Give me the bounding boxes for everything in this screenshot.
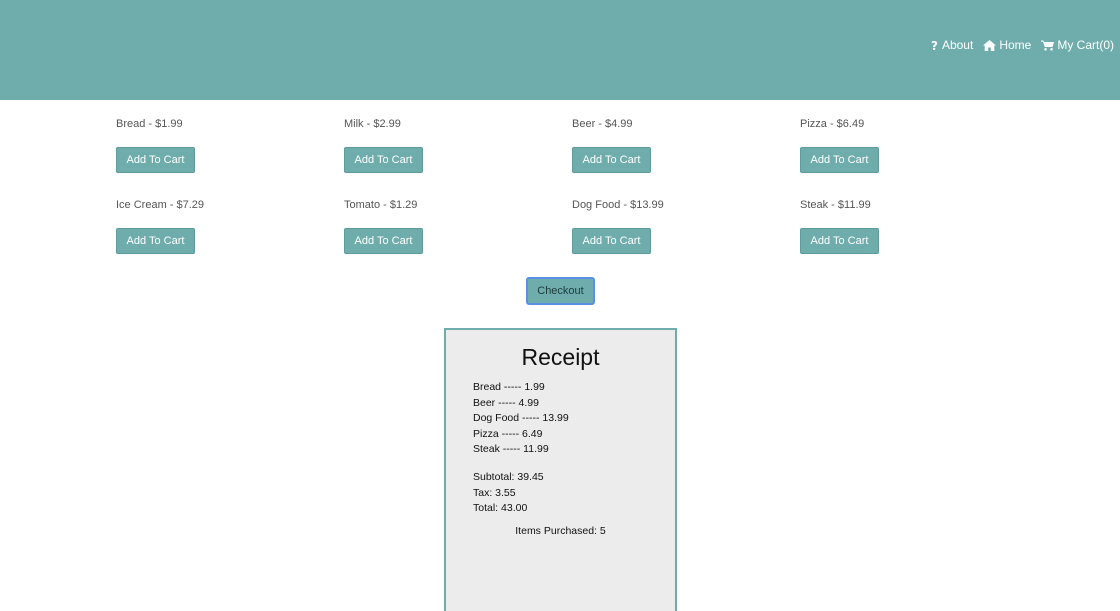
cart-icon — [1041, 40, 1055, 51]
product-name: Pizza - $6.49 — [800, 118, 865, 130]
tax-text: Tax: 3.55 — [473, 486, 516, 499]
receipt-title: Receipt — [521, 344, 600, 370]
my-cart-link[interactable]: My Cart(0) — [1041, 38, 1114, 52]
add-to-cart-button[interactable]: Add To Cart — [572, 147, 651, 173]
receipt-line: Steak ----- 11.99 — [473, 443, 549, 455]
svg-text:?: ? — [931, 39, 938, 51]
product-card: Ice Cream - $7.29 Add To Cart — [116, 198, 316, 254]
product-name: Beer - $4.99 — [572, 118, 633, 130]
product-card: Beer - $4.99 Add To Cart — [572, 117, 772, 173]
checkout-button[interactable]: Checkout — [526, 277, 595, 305]
add-to-cart-button[interactable]: Add To Cart — [344, 147, 423, 173]
product-card: Pizza - $6.49 Add To Cart — [800, 117, 1000, 173]
top-nav: ? About Home My Cart(0) — [930, 38, 1114, 52]
product-card: Dog Food - $13.99 Add To Cart — [572, 198, 772, 254]
add-to-cart-button[interactable]: Add To Cart — [800, 228, 879, 254]
product-name: Milk - $2.99 — [344, 118, 401, 130]
receipt-line: Bread ----- 1.99 — [473, 381, 545, 393]
home-icon — [983, 39, 997, 51]
receipt-items: Bread ----- 1.99 Beer ----- 4.99 Dog Foo… — [473, 380, 569, 458]
receipt-line: Beer ----- 4.99 — [473, 396, 539, 409]
product-name: Steak - $11.99 — [800, 199, 871, 211]
receipt-panel: Receipt Bread ----- 1.99 Beer ----- 4.99… — [444, 328, 677, 611]
home-label: Home — [999, 38, 1032, 52]
home-link[interactable]: Home — [983, 38, 1031, 52]
my-cart-label: My Cart(0) — [1057, 38, 1114, 52]
add-to-cart-button[interactable]: Add To Cart — [800, 147, 879, 173]
add-to-cart-button[interactable]: Add To Cart — [116, 228, 195, 254]
items-purchased-text: Items Purchased: 5 — [515, 525, 606, 537]
receipt-totals: Subtotal: 39.45 Tax: 3.55 Total: 43.00 — [473, 470, 544, 517]
add-to-cart-button[interactable]: Add To Cart — [116, 147, 195, 173]
total-text: Total: 43.00 — [473, 502, 528, 514]
about-label: About — [941, 38, 974, 52]
product-name: Tomato - $1.29 — [344, 199, 418, 211]
product-card: Steak - $11.99 Add To Cart — [800, 198, 1000, 254]
product-name: Bread - $1.99 — [116, 118, 183, 130]
receipt-line: Pizza ----- 6.49 — [473, 427, 543, 440]
receipt-line: Dog Food ----- 13.99 — [473, 412, 569, 424]
about-link[interactable]: ? About — [930, 38, 973, 52]
product-name: Ice Cream - $7.29 — [116, 199, 205, 211]
add-to-cart-button[interactable]: Add To Cart — [572, 228, 651, 254]
page-header: ? About Home My Cart(0) — [0, 0, 1120, 100]
add-to-cart-button[interactable]: Add To Cart — [344, 228, 423, 254]
product-card: Bread - $1.99 Add To Cart — [116, 117, 316, 173]
product-card: Tomato - $1.29 Add To Cart — [344, 198, 544, 254]
product-name: Dog Food - $13.99 — [572, 199, 664, 211]
question-icon: ? — [930, 39, 939, 51]
subtotal-text: Subtotal: 39.45 — [473, 471, 544, 483]
product-card: Milk - $2.99 Add To Cart — [344, 117, 544, 173]
